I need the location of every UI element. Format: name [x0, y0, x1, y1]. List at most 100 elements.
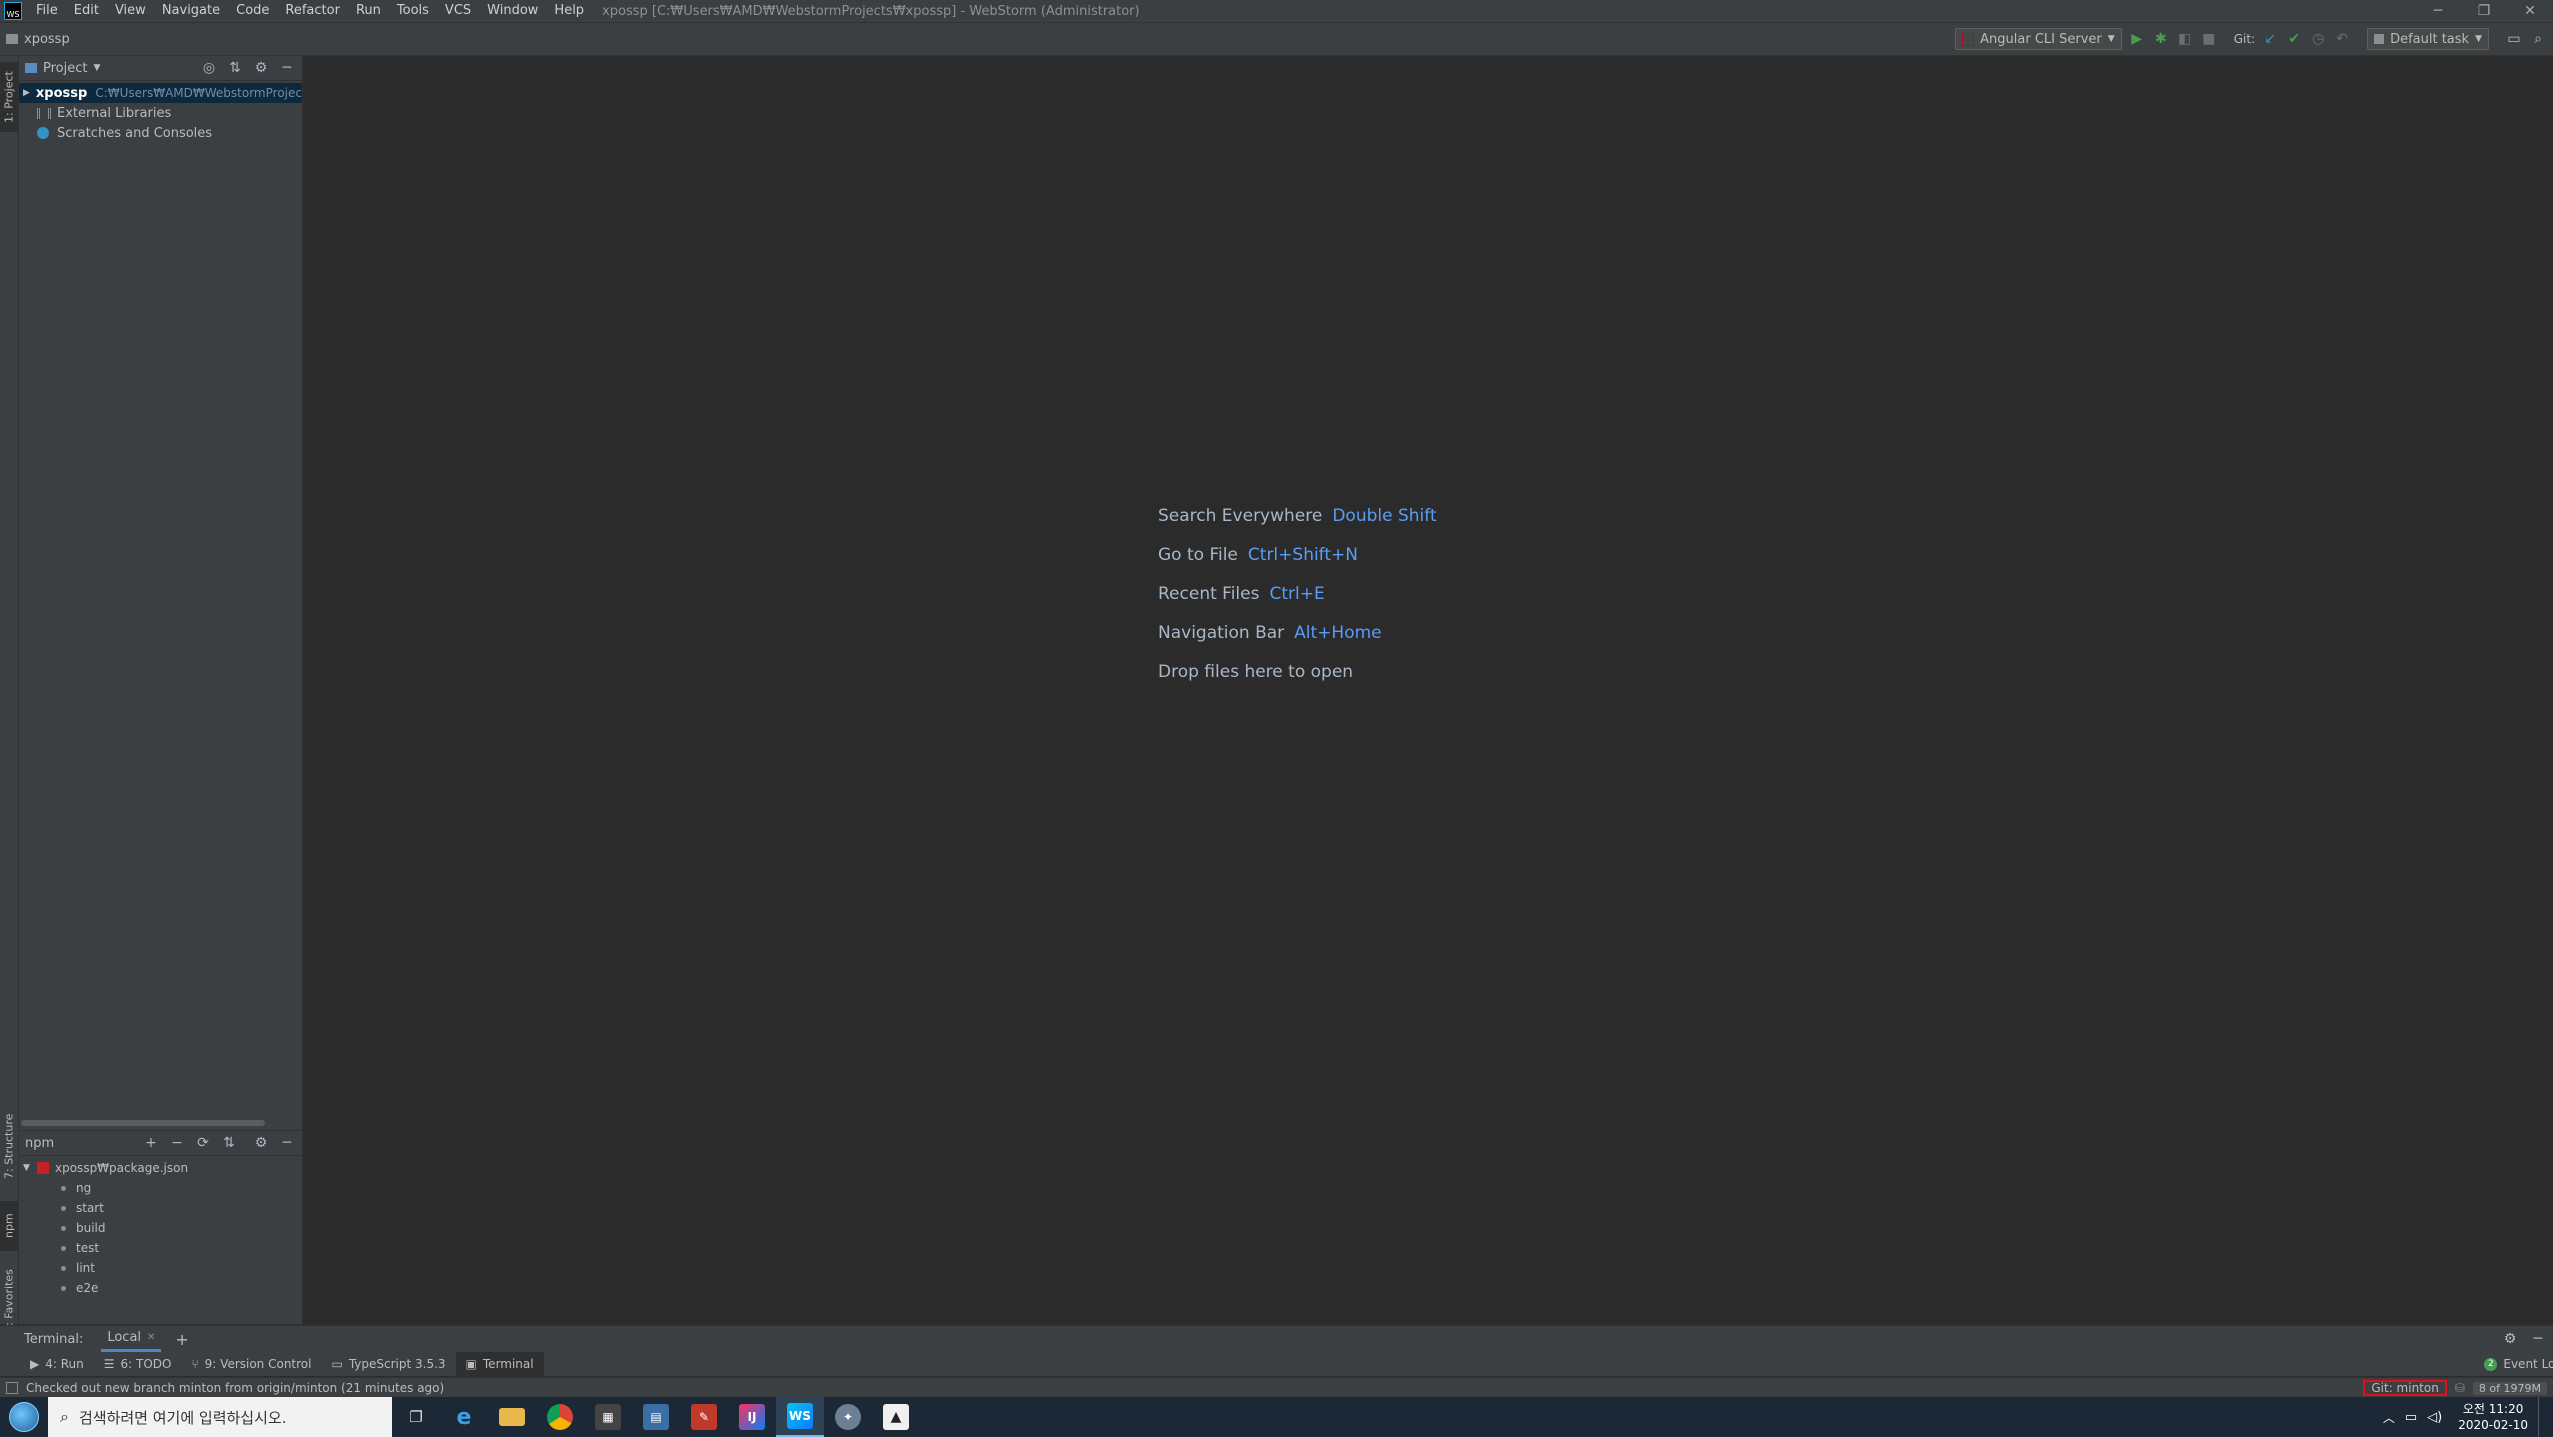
- taskbar-app-webstorm[interactable]: WS: [776, 1397, 824, 1437]
- tool-run-button[interactable]: ▶ 4: Run: [20, 1352, 94, 1376]
- memory-indicator[interactable]: 8 of 1979M: [2472, 1381, 2547, 1395]
- tool-version-control-button[interactable]: ⑂ 9: Version Control: [181, 1352, 321, 1376]
- gear-icon[interactable]: ⚙: [2501, 1330, 2519, 1348]
- hide-icon[interactable]: ─: [278, 1134, 296, 1152]
- menu-refactor[interactable]: Refactor: [277, 0, 348, 22]
- menu-code[interactable]: Code: [228, 0, 277, 22]
- tool-terminal-button[interactable]: ▣ Terminal: [455, 1352, 544, 1376]
- taskbar-app-ie[interactable]: e: [440, 1397, 488, 1437]
- search-icon[interactable]: ⌕: [2529, 30, 2547, 48]
- script-dot-icon: [61, 1185, 66, 1191]
- menu-tools[interactable]: Tools: [389, 0, 437, 22]
- status-toggle-icon[interactable]: [6, 1382, 18, 1394]
- npm-script-item[interactable]: lint: [19, 1258, 302, 1278]
- event-log-button[interactable]: 2 Event Log: [2474, 1352, 2553, 1376]
- git-update-icon[interactable]: ↙: [2261, 30, 2279, 48]
- menu-help[interactable]: Help: [546, 0, 592, 22]
- coverage-icon[interactable]: ◧: [2176, 30, 2194, 48]
- taskbar-app-explorer[interactable]: [488, 1397, 536, 1437]
- hint-shortcut: Alt+Home: [1294, 623, 1382, 643]
- taskbar-app-intellij[interactable]: IJ: [728, 1397, 776, 1437]
- run-config-select[interactable]: Angular CLI Server ▼: [1955, 28, 2122, 50]
- collapse-all-icon[interactable]: ⇅: [226, 59, 244, 77]
- tab-project[interactable]: 1: Project: [0, 62, 18, 132]
- menu-vcs[interactable]: VCS: [437, 0, 479, 22]
- editor-area[interactable]: Search Everywhere Double Shift Go to File…: [303, 56, 2553, 1324]
- show-desktop-button[interactable]: [2538, 1397, 2543, 1437]
- menu-run[interactable]: Run: [348, 0, 389, 22]
- npm-script-item[interactable]: ng: [19, 1178, 302, 1198]
- minimize-icon[interactable]: ─: [2415, 0, 2461, 22]
- volume-icon[interactable]: ◁): [2427, 1410, 2442, 1425]
- restore-icon[interactable]: ❐: [2461, 0, 2507, 22]
- git-rollback-icon[interactable]: ↶: [2333, 30, 2351, 48]
- npm-script-item[interactable]: test: [19, 1238, 302, 1258]
- layout-icon[interactable]: ▭: [2505, 30, 2523, 48]
- remove-icon[interactable]: −: [168, 1134, 186, 1152]
- status-message[interactable]: Checked out new branch minton from origi…: [26, 1381, 444, 1395]
- taskbar-app-photos[interactable]: ▲: [872, 1397, 920, 1437]
- taskbar-app-control-panel[interactable]: ▤: [632, 1397, 680, 1437]
- taskbar-clock[interactable]: 오전 11:20 2020-02-10: [2458, 1401, 2528, 1433]
- task-view-button[interactable]: ❐: [392, 1397, 440, 1437]
- hide-icon[interactable]: ─: [2529, 1330, 2547, 1348]
- menu-navigate[interactable]: Navigate: [154, 0, 228, 22]
- npm-panel-title: npm: [25, 1135, 55, 1151]
- refresh-icon[interactable]: ⟳: [194, 1134, 212, 1152]
- taskbar-app-editor[interactable]: ✎: [680, 1397, 728, 1437]
- taskbar-search[interactable]: ⌕ 검색하려면 여기에 입력하십시오.: [48, 1397, 392, 1437]
- tool-label: 6: TODO: [120, 1357, 172, 1371]
- taskbar-app-tool[interactable]: ✦: [824, 1397, 872, 1437]
- npm-package-item[interactable]: ▼ xpossp₩package.json: [19, 1158, 302, 1178]
- todo-icon: ☰: [103, 1357, 115, 1371]
- git-branch-widget[interactable]: Git: minton: [2363, 1380, 2447, 1396]
- npm-script-item[interactable]: e2e: [19, 1278, 302, 1298]
- hint-navigation-bar: Navigation Bar Alt+Home: [1158, 623, 1382, 643]
- run-icon[interactable]: ▶: [2128, 30, 2146, 48]
- expand-arrow-icon[interactable]: ▶: [23, 88, 30, 98]
- breadcrumb-project[interactable]: xpossp: [24, 32, 70, 47]
- project-panel-title[interactable]: Project: [43, 61, 87, 76]
- terminal-tab-local[interactable]: Local ✕: [101, 1326, 162, 1352]
- script-dot-icon: [61, 1245, 66, 1251]
- lock-icon[interactable]: ⛁: [2455, 1381, 2465, 1395]
- stop-icon[interactable]: ■: [2200, 30, 2218, 48]
- start-button[interactable]: [0, 1397, 48, 1437]
- tool-todo-button[interactable]: ☰ 6: TODO: [94, 1352, 182, 1376]
- taskbar-app-chrome[interactable]: [536, 1397, 584, 1437]
- hint-shortcut: Ctrl+E: [1269, 584, 1325, 604]
- gear-icon[interactable]: ⚙: [252, 59, 270, 77]
- gear-icon[interactable]: ⚙: [252, 1134, 270, 1152]
- npm-script-item[interactable]: build: [19, 1218, 302, 1238]
- menu-window[interactable]: Window: [479, 0, 546, 22]
- tray-chevron-up-icon[interactable]: ︿: [2383, 1409, 2395, 1426]
- breadcrumb[interactable]: xpossp: [6, 32, 70, 47]
- hide-icon[interactable]: ─: [278, 59, 296, 77]
- horizontal-scrollbar[interactable]: [21, 1120, 265, 1126]
- locate-icon[interactable]: ◎: [200, 59, 218, 77]
- git-commit-icon[interactable]: ✔: [2285, 30, 2303, 48]
- tab-structure[interactable]: 7: Structure: [0, 1106, 18, 1186]
- tree-item-scratches[interactable]: Scratches and Consoles: [19, 123, 302, 143]
- menu-edit[interactable]: Edit: [66, 0, 107, 22]
- expand-arrow-icon[interactable]: ▼: [23, 1163, 37, 1173]
- close-tab-icon[interactable]: ✕: [147, 1332, 155, 1343]
- tab-npm[interactable]: npm: [0, 1201, 18, 1251]
- collapse-all-icon[interactable]: ⇅: [220, 1134, 238, 1152]
- npm-script-item[interactable]: start: [19, 1198, 302, 1218]
- add-icon[interactable]: +: [142, 1134, 160, 1152]
- menu-view[interactable]: View: [107, 0, 154, 22]
- close-icon[interactable]: ✕: [2507, 0, 2553, 22]
- tool-typescript-button[interactable]: ▭ TypeScript 3.5.3: [321, 1352, 455, 1376]
- new-terminal-button[interactable]: +: [175, 1330, 188, 1349]
- status-bar: Checked out new branch minton from origi…: [0, 1377, 2553, 1398]
- taskbar-app-calculator[interactable]: ▦: [584, 1397, 632, 1437]
- debug-icon[interactable]: ✱: [2152, 30, 2170, 48]
- tree-item-external-libraries[interactable]: External Libraries: [19, 103, 302, 123]
- task-select[interactable]: Default task ▼: [2367, 28, 2489, 50]
- git-history-icon[interactable]: ◷: [2309, 30, 2327, 48]
- chevron-down-icon[interactable]: ▼: [93, 63, 100, 73]
- network-icon[interactable]: ▭: [2405, 1410, 2417, 1425]
- menu-file[interactable]: File: [28, 0, 66, 22]
- tree-item-project-root[interactable]: ▶ xpossp C:₩Users₩AMD₩WebstormProjects₩: [19, 83, 302, 103]
